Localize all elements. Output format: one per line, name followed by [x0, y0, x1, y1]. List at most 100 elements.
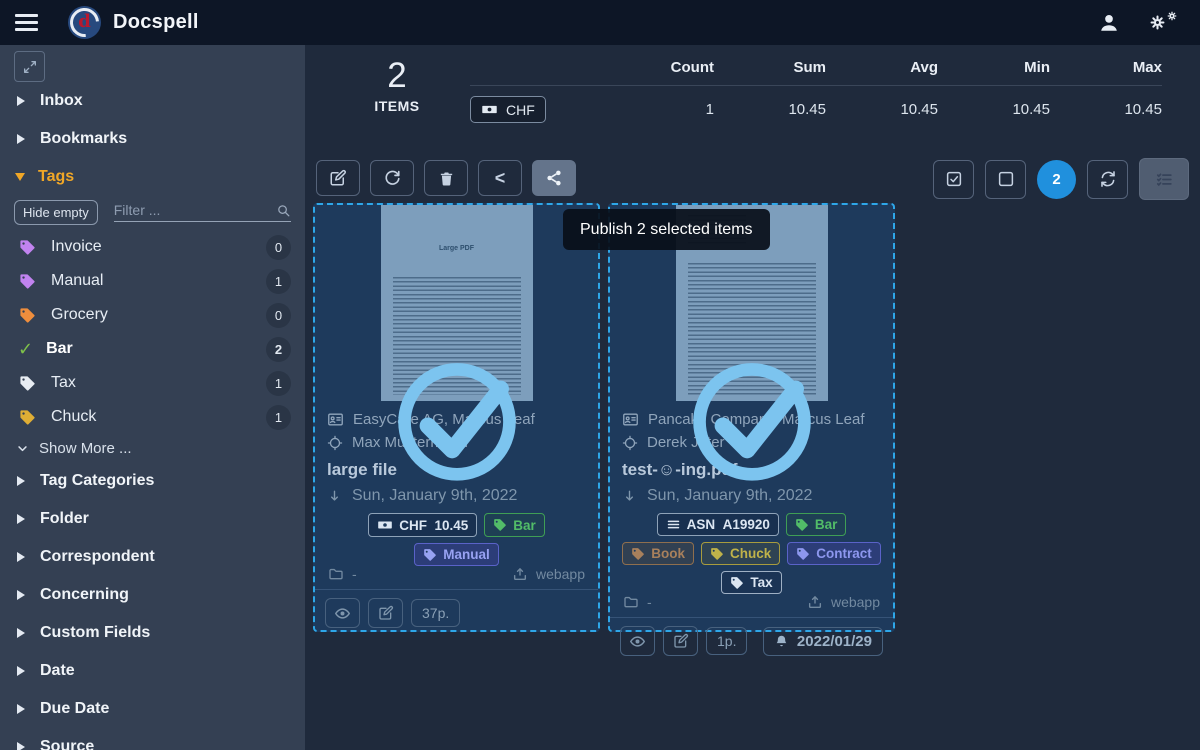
- chevron-right-icon: [17, 590, 25, 600]
- tag-item-chuck[interactable]: Chuck 1: [0, 400, 305, 434]
- deselect-all-button[interactable]: [985, 160, 1026, 199]
- hide-empty-button[interactable]: Hide empty: [14, 200, 98, 225]
- reprocess-button[interactable]: [370, 160, 414, 196]
- selection-toolbar: 2: [933, 158, 1189, 200]
- item-card-large-file[interactable]: Large PDF EasyCare AG, Marcus Leaf Max M…: [313, 203, 600, 632]
- sidebar-item-source[interactable]: Source: [0, 728, 305, 750]
- edit-icon: [329, 169, 347, 187]
- menu-icon[interactable]: [15, 14, 38, 31]
- address-card-icon: [327, 411, 344, 428]
- merge-button[interactable]: <: [478, 160, 522, 196]
- document-page-thumbnail: [676, 205, 828, 401]
- tag-filter-input[interactable]: [114, 202, 276, 218]
- tag-chip-manual: Manual: [414, 543, 499, 566]
- tag-chip-chuck: Chuck: [701, 542, 780, 565]
- item-card-test-ing-pdf[interactable]: Pancake Company, Marcus Leaf Derek Jeter…: [608, 203, 895, 632]
- tag-item-grocery[interactable]: Grocery 0: [0, 298, 305, 332]
- card-footer: 1p. 2022/01/29: [610, 617, 893, 666]
- concerning-line: Derek Jeter: [622, 431, 881, 454]
- sidebar-item-tags[interactable]: Tags: [0, 158, 305, 196]
- sidebar-item-concerning[interactable]: Concerning: [0, 576, 305, 614]
- money-icon: [377, 517, 393, 533]
- sidebar-item-inbox[interactable]: Inbox: [0, 82, 305, 120]
- docspell-logo[interactable]: d: [68, 6, 101, 39]
- settings-gears-icon[interactable]: [1148, 10, 1178, 36]
- tag-icon: [19, 307, 36, 324]
- item-title: large file: [327, 460, 586, 480]
- divider: [470, 85, 1162, 86]
- sidebar-item-folder[interactable]: Folder: [0, 500, 305, 538]
- chevron-right-icon: [17, 666, 25, 676]
- items-count-block: 2 ITEMS: [363, 57, 431, 114]
- preview-item-button[interactable]: [620, 626, 655, 656]
- money-icon: [481, 101, 498, 118]
- tag-icon: [710, 547, 724, 561]
- sidebar-item-custom-fields[interactable]: Custom Fields: [0, 614, 305, 652]
- folder-source-line: - webapp: [327, 566, 586, 589]
- show-more-tags[interactable]: Show More ...: [0, 434, 305, 462]
- card-body: Pancake Company, Marcus Leaf Derek Jeter…: [610, 401, 893, 617]
- edit-item-button[interactable]: [368, 598, 403, 628]
- bell-icon: [774, 634, 789, 649]
- edit-item-button[interactable]: [663, 626, 698, 656]
- correspondent-line: EasyCare AG, Marcus Leaf: [327, 408, 586, 431]
- document-preview: [610, 205, 893, 401]
- sidebar: Inbox Bookmarks Tags Hide empty Invoice …: [0, 45, 305, 750]
- delete-button[interactable]: [424, 160, 468, 196]
- address-card-icon: [622, 411, 639, 428]
- app-title: Docspell: [113, 11, 199, 34]
- publish-button[interactable]: [532, 160, 576, 196]
- tag-chip-book: Book: [622, 542, 694, 565]
- sidebar-item-bookmarks[interactable]: Bookmarks: [0, 120, 305, 158]
- less-than-icon: <: [495, 169, 506, 187]
- redo-icon: [383, 169, 401, 187]
- list-view-toggle-button[interactable]: [1139, 158, 1189, 200]
- items-count: 2: [363, 57, 431, 95]
- sidebar-item-correspondent[interactable]: Correspondent: [0, 538, 305, 576]
- tag-item-invoice[interactable]: Invoice 0: [0, 230, 305, 264]
- stats-table: Count Sum Avg Min Max CHF 1 10.45 10.45 …: [470, 59, 1162, 123]
- docspell-app: d Docspell Inbox Bookmarks Tags Hide e: [0, 0, 1200, 750]
- tag-icon: [19, 375, 36, 392]
- selected-count-badge: 2: [1037, 160, 1076, 199]
- tag-chip-bar: Bar: [484, 513, 545, 537]
- tag-count-badge: 1: [266, 371, 291, 396]
- square-icon: [997, 170, 1015, 188]
- arrow-down-icon: [622, 488, 637, 504]
- card-body: EasyCare AG, Marcus Leaf Max Mustermann …: [315, 401, 598, 589]
- tag-item-bar-selected[interactable]: ✓ Bar 2: [0, 332, 305, 366]
- preview-text-lines: [688, 263, 816, 395]
- tag-item-tax[interactable]: Tax 1: [0, 366, 305, 400]
- preview-item-button[interactable]: [325, 598, 360, 628]
- folder-icon: [623, 594, 639, 610]
- user-icon[interactable]: [1098, 12, 1120, 34]
- document-preview: Large PDF: [315, 205, 598, 401]
- tag-item-manual[interactable]: Manual 1: [0, 264, 305, 298]
- stat-count: 1: [602, 101, 714, 118]
- collapse-sidebar-button[interactable]: [14, 51, 45, 82]
- check-square-icon: [945, 170, 963, 188]
- upload-icon: [512, 566, 528, 582]
- item-title: test-☺-ing.pdf: [622, 460, 881, 480]
- tag-icon: [19, 273, 36, 290]
- tag-icon: [19, 239, 36, 256]
- task-list-icon: [1155, 170, 1174, 189]
- stat-max: 10.45: [1050, 101, 1162, 118]
- folder-value: -: [328, 566, 357, 582]
- tag-chip-tax: Tax: [721, 571, 781, 594]
- sidebar-item-due-date[interactable]: Due Date: [0, 690, 305, 728]
- tag-icon: [19, 409, 36, 426]
- chevron-right-icon: [17, 552, 25, 562]
- chevron-right-icon: [17, 514, 25, 524]
- refresh-button[interactable]: [1087, 160, 1128, 199]
- check-icon: ✓: [18, 339, 33, 360]
- sidebar-item-date[interactable]: Date: [0, 652, 305, 690]
- chevron-right-icon: [17, 628, 25, 638]
- edit-items-button[interactable]: [316, 160, 360, 196]
- sync-icon: [1099, 170, 1117, 188]
- stat-avg: 10.45: [826, 101, 938, 118]
- sidebar-item-tag-categories[interactable]: Tag Categories: [0, 462, 305, 500]
- eye-icon: [334, 605, 351, 622]
- select-all-button[interactable]: [933, 160, 974, 199]
- tag-icon: [795, 518, 809, 532]
